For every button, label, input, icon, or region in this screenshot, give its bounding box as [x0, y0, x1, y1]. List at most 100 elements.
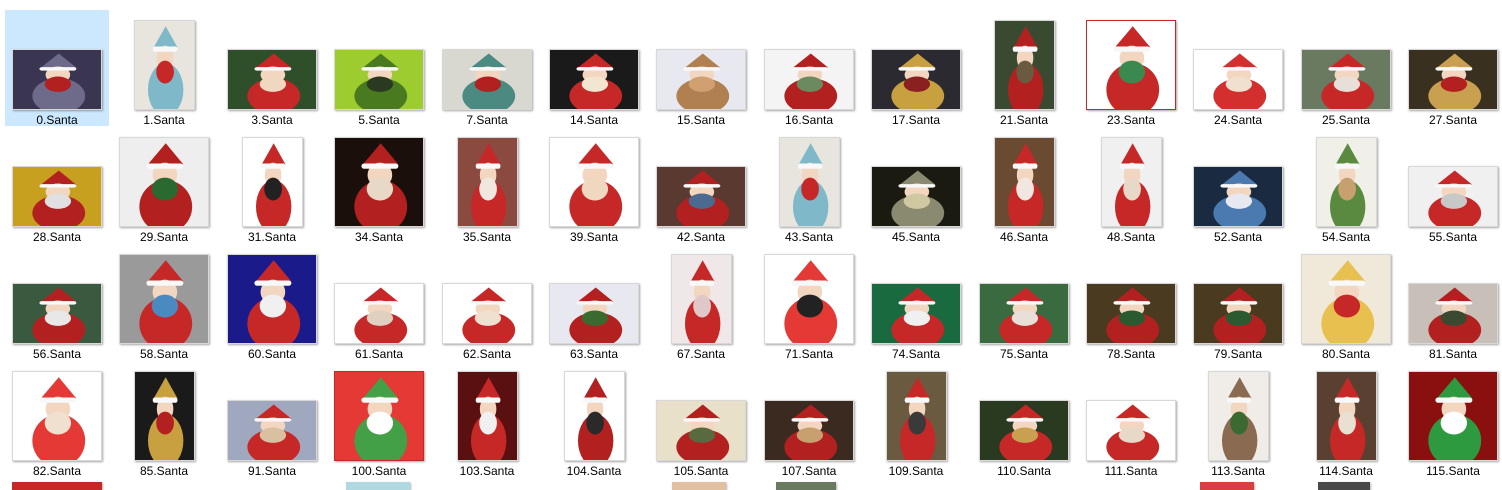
- image-thumbnail[interactable]: [1408, 49, 1498, 110]
- image-thumbnail[interactable]: [12, 49, 102, 110]
- file-item[interactable]: 52.Santa: [1186, 127, 1290, 244]
- file-item[interactable]: 105.Santa: [649, 361, 753, 478]
- file-item[interactable]: 63.Santa: [542, 244, 646, 361]
- file-item[interactable]: 115.Santa: [1401, 361, 1502, 478]
- image-thumbnail[interactable]: [979, 283, 1069, 344]
- file-item[interactable]: 34.Santa: [327, 127, 431, 244]
- image-thumbnail[interactable]: [885, 371, 947, 461]
- image-thumbnail[interactable]: [656, 49, 746, 110]
- image-thumbnail[interactable]: [334, 283, 424, 344]
- image-thumbnail[interactable]: [549, 137, 639, 227]
- image-thumbnail[interactable]: [871, 166, 961, 227]
- file-item[interactable]: 110.Santa: [972, 361, 1076, 478]
- image-thumbnail[interactable]: [1207, 371, 1269, 461]
- image-thumbnail[interactable]: [1301, 49, 1391, 110]
- file-item[interactable]: 56.Santa: [5, 244, 109, 361]
- image-thumbnail[interactable]: [1193, 283, 1283, 344]
- image-thumbnail[interactable]: [1408, 283, 1498, 344]
- file-item[interactable]: 25.Santa: [1294, 10, 1398, 127]
- partial-thumbnail[interactable]: [12, 482, 102, 490]
- image-thumbnail[interactable]: [1408, 371, 1498, 461]
- image-thumbnail[interactable]: [442, 49, 532, 110]
- image-thumbnail[interactable]: [227, 49, 317, 110]
- image-thumbnail[interactable]: [12, 371, 102, 461]
- file-item[interactable]: 15.Santa: [649, 10, 753, 127]
- image-thumbnail[interactable]: [442, 283, 532, 344]
- partial-thumbnail[interactable]: [1318, 482, 1370, 490]
- image-thumbnail[interactable]: [241, 137, 303, 227]
- image-thumbnail[interactable]: [334, 49, 424, 110]
- image-thumbnail[interactable]: [778, 137, 840, 227]
- image-thumbnail[interactable]: [227, 254, 317, 344]
- partial-thumbnail[interactable]: [776, 482, 836, 490]
- file-item[interactable]: 46.Santa: [972, 127, 1076, 244]
- file-item[interactable]: 3.Santa: [220, 10, 324, 127]
- file-item[interactable]: 42.Santa: [649, 127, 753, 244]
- image-thumbnail[interactable]: [764, 400, 854, 461]
- image-thumbnail[interactable]: [549, 283, 639, 344]
- file-item[interactable]: 114.Santa: [1294, 361, 1398, 478]
- image-thumbnail[interactable]: [119, 254, 209, 344]
- image-thumbnail[interactable]: [1086, 283, 1176, 344]
- file-item[interactable]: 24.Santa: [1186, 10, 1290, 127]
- image-thumbnail[interactable]: [1193, 49, 1283, 110]
- file-item[interactable]: 35.Santa: [435, 127, 539, 244]
- file-item[interactable]: 80.Santa: [1294, 244, 1398, 361]
- file-item[interactable]: 81.Santa: [1401, 244, 1502, 361]
- file-item[interactable]: 39.Santa: [542, 127, 646, 244]
- image-thumbnail[interactable]: [979, 400, 1069, 461]
- partial-thumbnail[interactable]: [672, 482, 726, 490]
- image-thumbnail[interactable]: [1315, 371, 1377, 461]
- file-item[interactable]: 17.Santa: [864, 10, 968, 127]
- file-item[interactable]: 78.Santa: [1079, 244, 1183, 361]
- file-item[interactable]: 27.Santa: [1401, 10, 1502, 127]
- file-item[interactable]: 109.Santa: [864, 361, 968, 478]
- file-item[interactable]: 60.Santa: [220, 244, 324, 361]
- image-thumbnail[interactable]: [764, 49, 854, 110]
- image-thumbnail[interactable]: [1100, 137, 1162, 227]
- image-thumbnail[interactable]: [563, 371, 625, 461]
- image-thumbnail[interactable]: [656, 400, 746, 461]
- file-item[interactable]: 14.Santa: [542, 10, 646, 127]
- image-thumbnail[interactable]: [456, 137, 518, 227]
- file-item[interactable]: 0.Santa: [5, 10, 109, 127]
- image-thumbnail[interactable]: [1408, 166, 1498, 227]
- file-item[interactable]: 29.Santa: [112, 127, 216, 244]
- file-item[interactable]: 82.Santa: [5, 361, 109, 478]
- image-thumbnail[interactable]: [1086, 20, 1176, 110]
- file-item[interactable]: 23.Santa: [1079, 10, 1183, 127]
- image-thumbnail[interactable]: [993, 137, 1055, 227]
- file-item[interactable]: 62.Santa: [435, 244, 539, 361]
- image-thumbnail[interactable]: [1086, 400, 1176, 461]
- file-item[interactable]: 111.Santa: [1079, 361, 1183, 478]
- file-item[interactable]: 113.Santa: [1186, 361, 1290, 478]
- image-thumbnail[interactable]: [456, 371, 518, 461]
- file-item[interactable]: 58.Santa: [112, 244, 216, 361]
- image-thumbnail[interactable]: [656, 166, 746, 227]
- file-item[interactable]: 61.Santa: [327, 244, 431, 361]
- image-thumbnail[interactable]: [12, 166, 102, 227]
- image-thumbnail[interactable]: [119, 137, 209, 227]
- image-thumbnail[interactable]: [12, 283, 102, 344]
- file-item[interactable]: 85.Santa: [112, 361, 216, 478]
- file-item[interactable]: 107.Santa: [757, 361, 861, 478]
- file-item[interactable]: 43.Santa: [757, 127, 861, 244]
- image-thumbnail[interactable]: [1193, 166, 1283, 227]
- file-item[interactable]: 5.Santa: [327, 10, 431, 127]
- image-thumbnail[interactable]: [871, 283, 961, 344]
- image-thumbnail[interactable]: [133, 371, 195, 461]
- file-item[interactable]: 104.Santa: [542, 361, 646, 478]
- file-item[interactable]: 55.Santa: [1401, 127, 1502, 244]
- image-thumbnail[interactable]: [1301, 254, 1391, 344]
- file-item[interactable]: 91.Santa: [220, 361, 324, 478]
- image-thumbnail[interactable]: [993, 20, 1055, 110]
- image-thumbnail[interactable]: [549, 49, 639, 110]
- file-item[interactable]: 1.Santa: [112, 10, 216, 127]
- partial-thumbnail[interactable]: [1200, 482, 1254, 490]
- partial-thumbnail[interactable]: [346, 482, 410, 490]
- file-item[interactable]: 48.Santa: [1079, 127, 1183, 244]
- file-item[interactable]: 45.Santa: [864, 127, 968, 244]
- file-item[interactable]: 7.Santa: [435, 10, 539, 127]
- image-thumbnail[interactable]: [334, 371, 424, 461]
- file-item[interactable]: 54.Santa: [1294, 127, 1398, 244]
